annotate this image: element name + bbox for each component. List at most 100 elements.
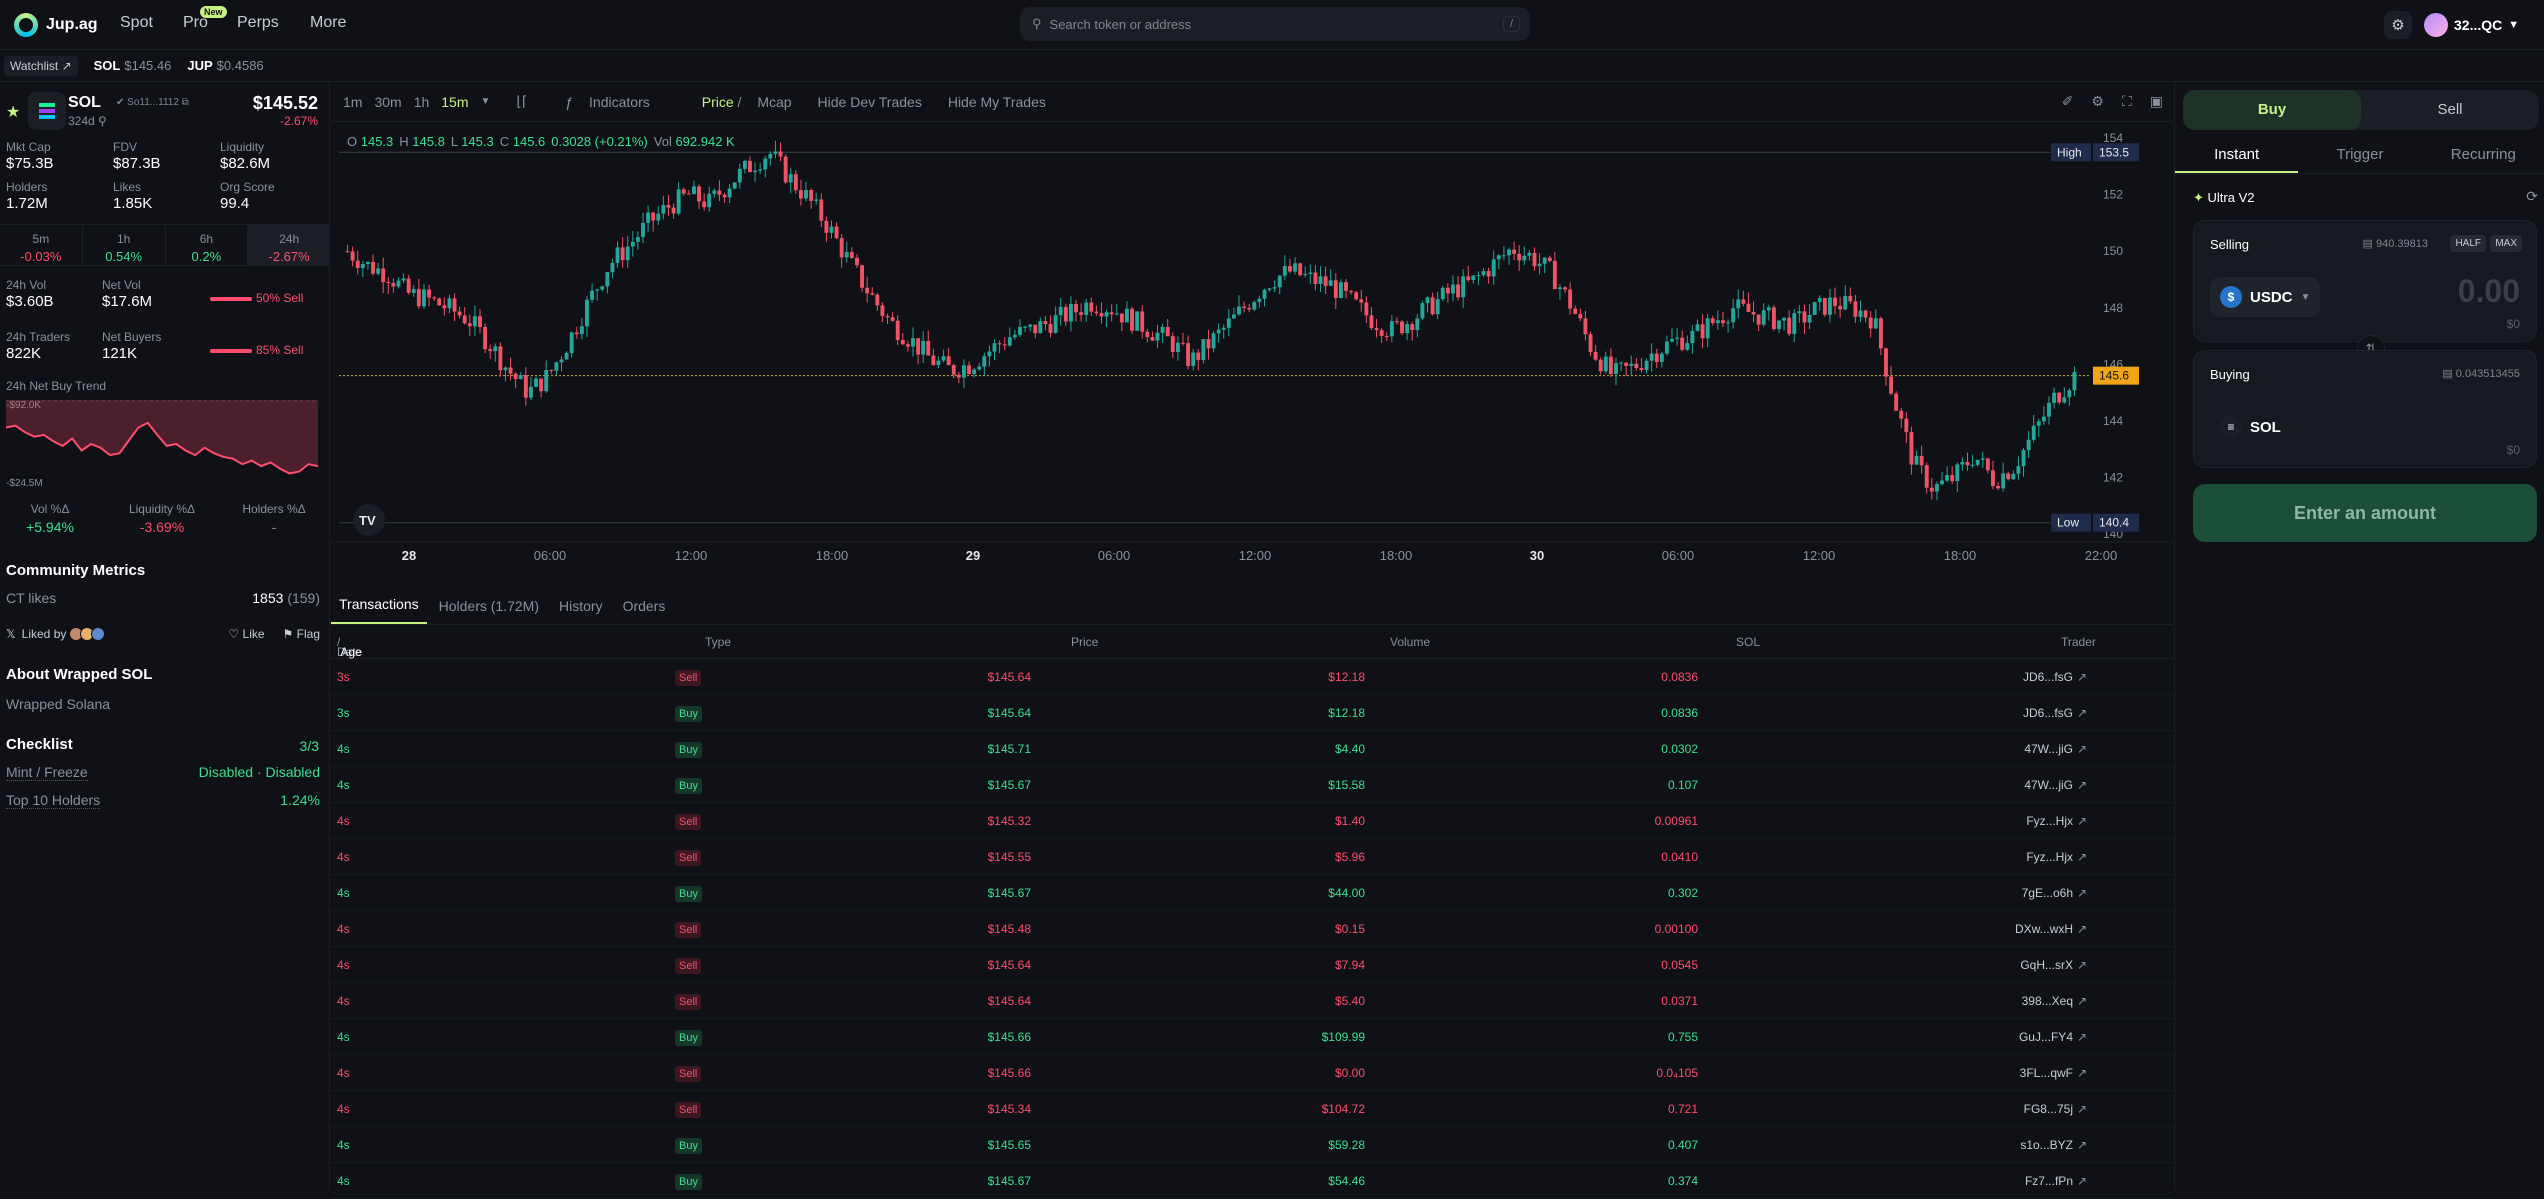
drawing-icon[interactable]: ✐ [2062, 93, 2074, 110]
external-link-icon[interactable]: ↗ [2077, 1030, 2087, 1044]
search-input[interactable]: ⚲ Search token or address / [1020, 7, 1530, 41]
price-mcap-toggle[interactable]: Price / Mcap [690, 94, 792, 110]
external-link-icon[interactable]: ↗ [2077, 1102, 2087, 1116]
external-link-icon[interactable]: ↗ [2077, 670, 2087, 684]
tab-instant[interactable]: Instant [2175, 138, 2299, 173]
delta-label: Holders %Δ [242, 502, 306, 516]
token-address[interactable]: ✔ So11...1112 ⧉ [116, 97, 189, 108]
table-row[interactable]: 4s Sell $145.32 $1.40 0.00961 Fyz...Hjx ↗ [331, 803, 2173, 839]
row-trader[interactable]: s1o...BYZ [2020, 1138, 2073, 1152]
external-link-icon[interactable]: ↗ [2077, 922, 2087, 936]
brand-logo[interactable]: Jup.ag [14, 13, 98, 37]
row-trader[interactable]: 398...Xeq [2022, 994, 2073, 1008]
indicators-button[interactable]: ƒ Indicators [553, 94, 649, 110]
interval-1m[interactable]: 1m [343, 94, 362, 110]
fullscreen-icon[interactable]: ⛶ [2122, 93, 2132, 110]
hide-my-trades-button[interactable]: Hide My Trades [948, 94, 1046, 110]
row-trader[interactable]: DXw...wxH [2015, 922, 2073, 936]
col-date-age[interactable]: Date / Age [337, 635, 362, 659]
external-link-icon[interactable]: ↗ [2077, 814, 2087, 828]
row-trader[interactable]: FG8...75j [2024, 1102, 2073, 1116]
row-trader[interactable]: JD6...fsG [2023, 706, 2073, 720]
nav-more[interactable]: More [310, 14, 346, 32]
external-link-icon[interactable]: ↗ [2077, 994, 2087, 1008]
sell-token-selector[interactable]: $ USDC ▼ [2210, 277, 2321, 317]
table-row[interactable]: 4s Buy $145.65 $59.28 0.407 s1o...BYZ ↗ [331, 1127, 2173, 1163]
row-trader[interactable]: Fyz...Hjx [2026, 814, 2073, 828]
refresh-icon[interactable]: ⟳ [2526, 188, 2538, 205]
table-row[interactable]: 4s Sell $145.66 $0.00 0.0₄105 3FL...qwF ↗ [331, 1055, 2173, 1091]
external-link-icon[interactable]: ↗ [2077, 850, 2087, 864]
ticker-item-jup[interactable]: JUP $0.4586 [187, 58, 263, 73]
external-link-icon[interactable]: ↗ [2077, 1174, 2087, 1188]
ticker-item-sol[interactable]: SOL $145.46 [94, 58, 172, 73]
watchlist-button[interactable]: Watchlist ↗ [4, 55, 78, 76]
tab-orders[interactable]: Orders [615, 598, 674, 624]
star-icon[interactable]: ★ [6, 102, 20, 122]
table-row[interactable]: 4s Sell $145.64 $7.94 0.0545 GqH...srX ↗ [331, 947, 2173, 983]
table-row[interactable]: 3s Buy $145.64 $12.18 0.0836 JD6...fsG ↗ [331, 695, 2173, 731]
tab-trigger[interactable]: Trigger [2298, 138, 2421, 173]
external-link-icon[interactable]: ↗ [2077, 958, 2087, 972]
timeframe-24h[interactable]: 24h -2.67% [248, 225, 330, 265]
table-row[interactable]: 3s Sell $145.64 $12.18 0.0836 JD6...fsG ↗ [331, 659, 2173, 695]
sell-amount-input[interactable]: 0.00 [2458, 273, 2520, 310]
row-trader[interactable]: 47W...jiG [2024, 778, 2073, 792]
tab-recurring[interactable]: Recurring [2422, 138, 2544, 173]
chevron-down-icon[interactable]: ▼ [481, 96, 491, 107]
sell-tab[interactable]: Sell [2361, 90, 2539, 130]
row-trader[interactable]: GuJ...FY4 [2019, 1030, 2073, 1044]
price-chart[interactable]: 15415215014814614414214028 06:00 12:00 18:0… [331, 124, 2173, 590]
table-row[interactable]: 4s Buy $145.66 $109.99 0.755 GuJ...FY4 ↗ [331, 1019, 2173, 1055]
wallet-button[interactable]: 32...QC ▼ [2424, 9, 2519, 41]
nav-spot[interactable]: Spot [120, 14, 153, 32]
stat-value: 99.4 [220, 195, 250, 212]
interval-30m[interactable]: 30m [374, 94, 401, 110]
nav-perps[interactable]: Perps [237, 14, 279, 32]
table-row[interactable]: 4s Sell $145.55 $5.96 0.0410 Fyz...Hjx ↗ [331, 839, 2173, 875]
half-button[interactable]: HALF [2450, 235, 2486, 252]
search-icon[interactable]: ⚲ [98, 114, 107, 128]
like-button[interactable]: ♡ Like [228, 627, 264, 641]
timeframe-5m[interactable]: 5m -0.03% [0, 225, 83, 265]
gear-icon[interactable]: ⚙ [2091, 93, 2104, 110]
table-row[interactable]: 4s Buy $145.67 $54.46 0.374 Fz7...fPn ↗ [331, 1163, 2173, 1199]
buy-token-selector[interactable]: ≡ SOL [2210, 407, 2291, 447]
ultra-mode-label[interactable]: ✦ Ultra V2 [2193, 190, 2255, 206]
table-row[interactable]: 4s Sell $145.64 $5.40 0.0371 398...Xeq ↗ [331, 983, 2173, 1019]
row-trader[interactable]: Fz7...fPn [2025, 1174, 2073, 1188]
buy-tab[interactable]: Buy [2183, 90, 2361, 130]
table-row[interactable]: 4s Buy $145.67 $44.00 0.302 7gE...o6h ↗ [331, 875, 2173, 911]
tab-history[interactable]: History [551, 598, 611, 624]
liker-avatars[interactable] [69, 627, 106, 641]
external-link-icon[interactable]: ↗ [2077, 1066, 2087, 1080]
candle-type-icon[interactable]: ⌊⌈ [516, 93, 527, 110]
flag-button[interactable]: ⚑ Flag [283, 627, 320, 641]
table-row[interactable]: 4s Sell $145.48 $0.15 0.00100 DXw...wxH ↗ [331, 911, 2173, 947]
interval-1h[interactable]: 1h [414, 94, 430, 110]
timeframe-1h[interactable]: 1h 0.54% [83, 225, 166, 265]
camera-icon[interactable]: ▣ [2150, 93, 2163, 110]
row-trader[interactable]: GqH...srX [2020, 958, 2073, 972]
max-button[interactable]: MAX [2490, 235, 2522, 252]
table-row[interactable]: 4s Sell $145.34 $104.72 0.721 FG8...75j ↗ [331, 1091, 2173, 1127]
interval-15m[interactable]: 15m [441, 94, 468, 110]
table-row[interactable]: 4s Buy $145.71 $4.40 0.0302 47W...jiG ↗ [331, 731, 2173, 767]
tab-transactions[interactable]: Transactions [331, 596, 427, 624]
external-link-icon[interactable]: ↗ [2077, 886, 2087, 900]
row-trader[interactable]: 3FL...qwF [2020, 1066, 2073, 1080]
external-link-icon[interactable]: ↗ [2077, 742, 2087, 756]
hide-dev-trades-button[interactable]: Hide Dev Trades [818, 94, 922, 110]
row-trader[interactable]: Fyz...Hjx [2026, 850, 2073, 864]
timeframe-6h[interactable]: 6h 0.2% [166, 225, 249, 265]
external-link-icon[interactable]: ↗ [2077, 1138, 2087, 1152]
row-trader[interactable]: 7gE...o6h [2022, 886, 2073, 900]
table-row[interactable]: 4s Buy $145.67 $15.58 0.107 47W...jiG ↗ [331, 767, 2173, 803]
external-link-icon[interactable]: ↗ [2077, 778, 2087, 792]
settings-button[interactable]: ⚙ [2384, 11, 2412, 39]
row-trader[interactable]: 47W...jiG [2024, 742, 2073, 756]
row-trader[interactable]: JD6...fsG [2023, 670, 2073, 684]
external-link-icon[interactable]: ↗ [2077, 706, 2087, 720]
tab-holders[interactable]: Holders (1.72M) [431, 598, 547, 624]
enter-amount-button[interactable]: Enter an amount [2193, 484, 2537, 542]
